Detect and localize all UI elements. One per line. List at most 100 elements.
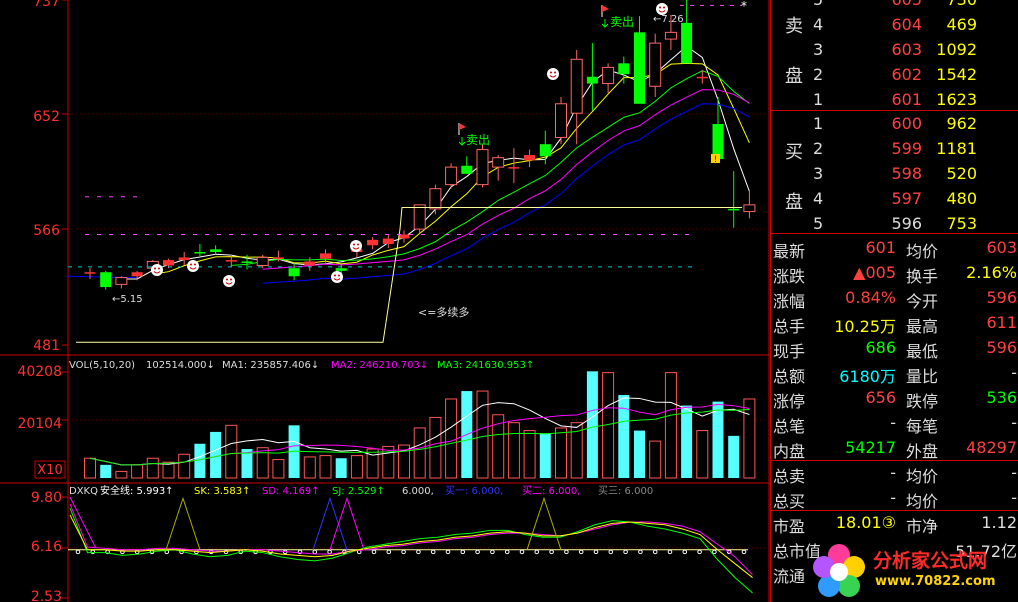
candle — [100, 270, 112, 290]
sk-line — [69, 514, 753, 578]
order-price: 604 — [891, 15, 922, 34]
volume-bar — [272, 459, 285, 479]
stat-value: 6180万 — [839, 367, 896, 386]
buy-order-row[interactable]: 3 598 520 — [771, 162, 1018, 187]
stat-label: 每笔 — [906, 417, 939, 436]
ma60-line — [262, 103, 750, 284]
stat-value: - — [1011, 463, 1017, 482]
stat-row: 总卖 - 均价 - — [771, 461, 1018, 486]
order-level: 1 — [813, 114, 824, 133]
candle — [84, 268, 96, 279]
volume-bar — [555, 427, 567, 479]
order-volume: 469 — [946, 15, 977, 34]
stat-value: 18.01③ — [835, 513, 896, 532]
safe-line-dot — [638, 549, 643, 555]
order-price: 601 — [891, 90, 922, 109]
order-volume: 1542 — [936, 65, 977, 84]
safe-line-dot — [430, 549, 436, 555]
stat-label: 最高 — [906, 317, 939, 336]
sell-signal-label: 卖出 — [466, 133, 490, 147]
stat-label: 市净 — [906, 517, 939, 536]
indicator-header: DXKQ 安全线: 5.993↑ SK: 3.583↑ SD: 4.169↑ S… — [69, 484, 653, 497]
sell-flag-icon — [601, 5, 609, 28]
volume-bar — [586, 371, 598, 478]
stat-row: 现手 686 最低 596 — [771, 336, 1018, 361]
volume-bar — [303, 456, 316, 479]
volume-bar — [539, 433, 551, 478]
safe-line-dot — [667, 549, 673, 555]
sell-signal-label: 卖出 — [610, 15, 634, 29]
axis-label-481: 481 — [33, 338, 60, 354]
volume-bar — [100, 464, 112, 478]
sell-order-row[interactable]: 5 605730 — [771, 0, 1018, 13]
buy-order-row[interactable]: 4 597 480 — [771, 187, 1018, 212]
stat-row: 总买 - 均价 - — [771, 486, 1018, 511]
candle — [681, 0, 693, 64]
safe-line-dot — [697, 549, 702, 555]
safe-line-dot — [504, 549, 510, 555]
order-volume: 480 — [946, 189, 977, 208]
safe-line-dot — [445, 549, 451, 555]
sell-order-row[interactable]: 3 603 1092 — [771, 38, 1018, 63]
stat-row: 最新 601 均价 603 — [771, 236, 1018, 261]
sd-line — [69, 503, 753, 576]
candle — [429, 184, 442, 215]
volume-bar — [366, 448, 379, 479]
stat-row: 总笔 - 每笔 - — [771, 411, 1018, 436]
candlestick-series — [84, 0, 756, 290]
stat-value: 601 — [865, 238, 896, 257]
safe-line-dot — [134, 549, 140, 555]
volume-bar — [194, 443, 206, 478]
smiley-icon — [350, 240, 362, 252]
order-level: 3 — [813, 40, 824, 59]
safe-line-dot — [386, 549, 392, 555]
sj-line — [69, 507, 753, 594]
safe-line-dot — [652, 549, 658, 555]
stat-value: 656 — [865, 388, 896, 407]
volume-bar — [618, 395, 630, 478]
volume-bar — [115, 470, 128, 479]
smiley-icon — [547, 68, 559, 80]
order-level: 4 — [813, 15, 824, 34]
flower-logo-icon — [813, 544, 865, 597]
candle — [712, 97, 724, 160]
stat-value: 10.25万 — [834, 317, 896, 336]
candle — [743, 191, 756, 219]
order-level: 2 — [813, 139, 824, 158]
sell-order-row[interactable]: 4 604 469 — [771, 13, 1018, 38]
stat-label: 总买 — [773, 492, 806, 511]
safe-line-dot — [741, 549, 747, 555]
safe-line-dot — [460, 549, 466, 555]
buy-order-row[interactable]: 2 599 1181 — [771, 137, 1018, 162]
candle — [602, 63, 615, 93]
stat-label: 涨幅 — [773, 292, 806, 311]
signal-triangle — [329, 496, 365, 550]
stat-value: 686 — [865, 338, 896, 357]
stat-label: 流通 — [773, 567, 806, 586]
kline-chart-area[interactable]: ! 737 652 566 481 40208 20104 X10 9.80 6… — [0, 0, 770, 602]
order-volume: 730 — [921, 0, 977, 9]
safe-line-dot — [327, 549, 332, 555]
smiley-icon — [331, 271, 343, 283]
stat-row: 内盘 54217 外盘 48297 — [771, 436, 1018, 461]
volume-bar — [225, 424, 238, 479]
candle — [476, 144, 489, 188]
order-volume: 1181 — [936, 139, 977, 158]
smiley-icon — [151, 264, 163, 276]
volume-bar — [146, 457, 159, 479]
safe-line-dot — [593, 549, 599, 555]
sell-order-row[interactable]: 2 602 1542 — [771, 63, 1018, 88]
stat-value: 0.84% — [845, 288, 896, 307]
candle — [508, 148, 520, 184]
candle — [115, 276, 128, 289]
watermark: 分析家公式网 www.70822.com — [805, 540, 1018, 602]
stat-label: 涨停 — [773, 392, 806, 411]
candle — [728, 171, 740, 228]
stat-value: 54217 — [845, 438, 896, 457]
buy-order-row[interactable]: 1 600 962 — [771, 112, 1018, 137]
stat-value: 611 — [986, 313, 1017, 332]
candle — [618, 56, 630, 84]
stat-label: 涨跌 — [773, 267, 806, 286]
stat-value: 596 — [986, 288, 1017, 307]
order-level: 5 — [813, 214, 824, 233]
